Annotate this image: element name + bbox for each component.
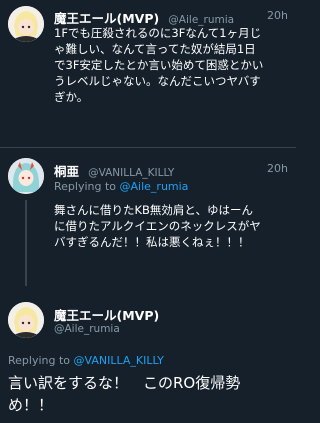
display-name[interactable]: 桐亜	[54, 164, 79, 179]
avatar-image	[8, 6, 44, 42]
avatar[interactable]	[8, 158, 44, 194]
replying-to-handle[interactable]: @Aile_rumia	[120, 180, 189, 193]
replying-to: Replying to @Aile_rumia	[54, 180, 188, 193]
avatar-image	[8, 302, 44, 338]
tweet-text-line: うレベルじゃない。なんだこいつヤバす	[54, 74, 261, 88]
tweet-text: 舞さんに借りたKB無効肩と、ゆはーん に借りたアルクイエンのネックレスがヤ バす…	[54, 202, 290, 250]
timestamp[interactable]: 20h	[267, 9, 288, 22]
replying-to: Replying to @VANILLA_KILLY	[8, 354, 164, 367]
avatar[interactable]	[8, 6, 44, 42]
tweet-text: 1Fでも圧殺されるのに3Fなんて1ヶ月じ ゃ難しい、なんて言ってた奴が結局1日 …	[54, 25, 290, 105]
replying-to-label: Replying to	[8, 354, 71, 367]
tweet-text-line: に借りたアルクイエンのネックレスがヤ	[54, 219, 261, 233]
replying-to-label: Replying to	[54, 180, 117, 193]
avatar[interactable]	[8, 302, 44, 338]
handle[interactable]: @Aile_rumia	[54, 323, 120, 335]
tweet-text-line: 1Fでも圧殺されるのに3Fなんて1ヶ月じ	[54, 26, 262, 40]
avatar-image	[8, 158, 44, 194]
tweet-text-line: め！！	[8, 396, 54, 414]
tweet-text-line: ぎか。	[54, 90, 89, 104]
tweet-text-line: で3F安定したとか言い始めて困惑とかい	[54, 58, 264, 72]
tweet-text-line: ゃ難しい、なんて言ってた奴が結局1日	[54, 42, 256, 56]
tweet-text-line: バすぎるんだ！！私は悪くねぇ！！！	[54, 235, 250, 249]
display-name[interactable]: 魔王エール(MVP)	[54, 305, 159, 324]
author-line: 桐亜 @VANILLA_KILLY	[54, 161, 174, 180]
tweet-text: 言い訳をするな！ このRO復帰勢 め！！	[8, 372, 290, 416]
tweet-2[interactable]: 桐亜 @VANILLA_KILLY 20h Replying to @Aile_…	[0, 148, 296, 288]
replying-to-handle[interactable]: @VANILLA_KILLY	[74, 354, 164, 367]
thread-line	[25, 200, 27, 286]
timestamp[interactable]: 20h	[267, 162, 288, 175]
display-name[interactable]: 魔王エール(MVP)	[54, 11, 159, 26]
tweet-1[interactable]: 魔王エール(MVP) @Aile_rumia 20h 1Fでも圧殺されるのに3F…	[0, 0, 296, 150]
tweet-3-focused[interactable]: 魔王エール(MVP) @Aile_rumia Replying to @VANI…	[0, 290, 296, 423]
handle[interactable]: @VANILLA_KILLY	[88, 167, 174, 179]
tweet-text-line: 言い訳をするな！ このRO復帰勢	[8, 374, 241, 392]
tweet-text-line: 舞さんに借りたKB無効肩と、ゆはーん	[54, 203, 253, 217]
